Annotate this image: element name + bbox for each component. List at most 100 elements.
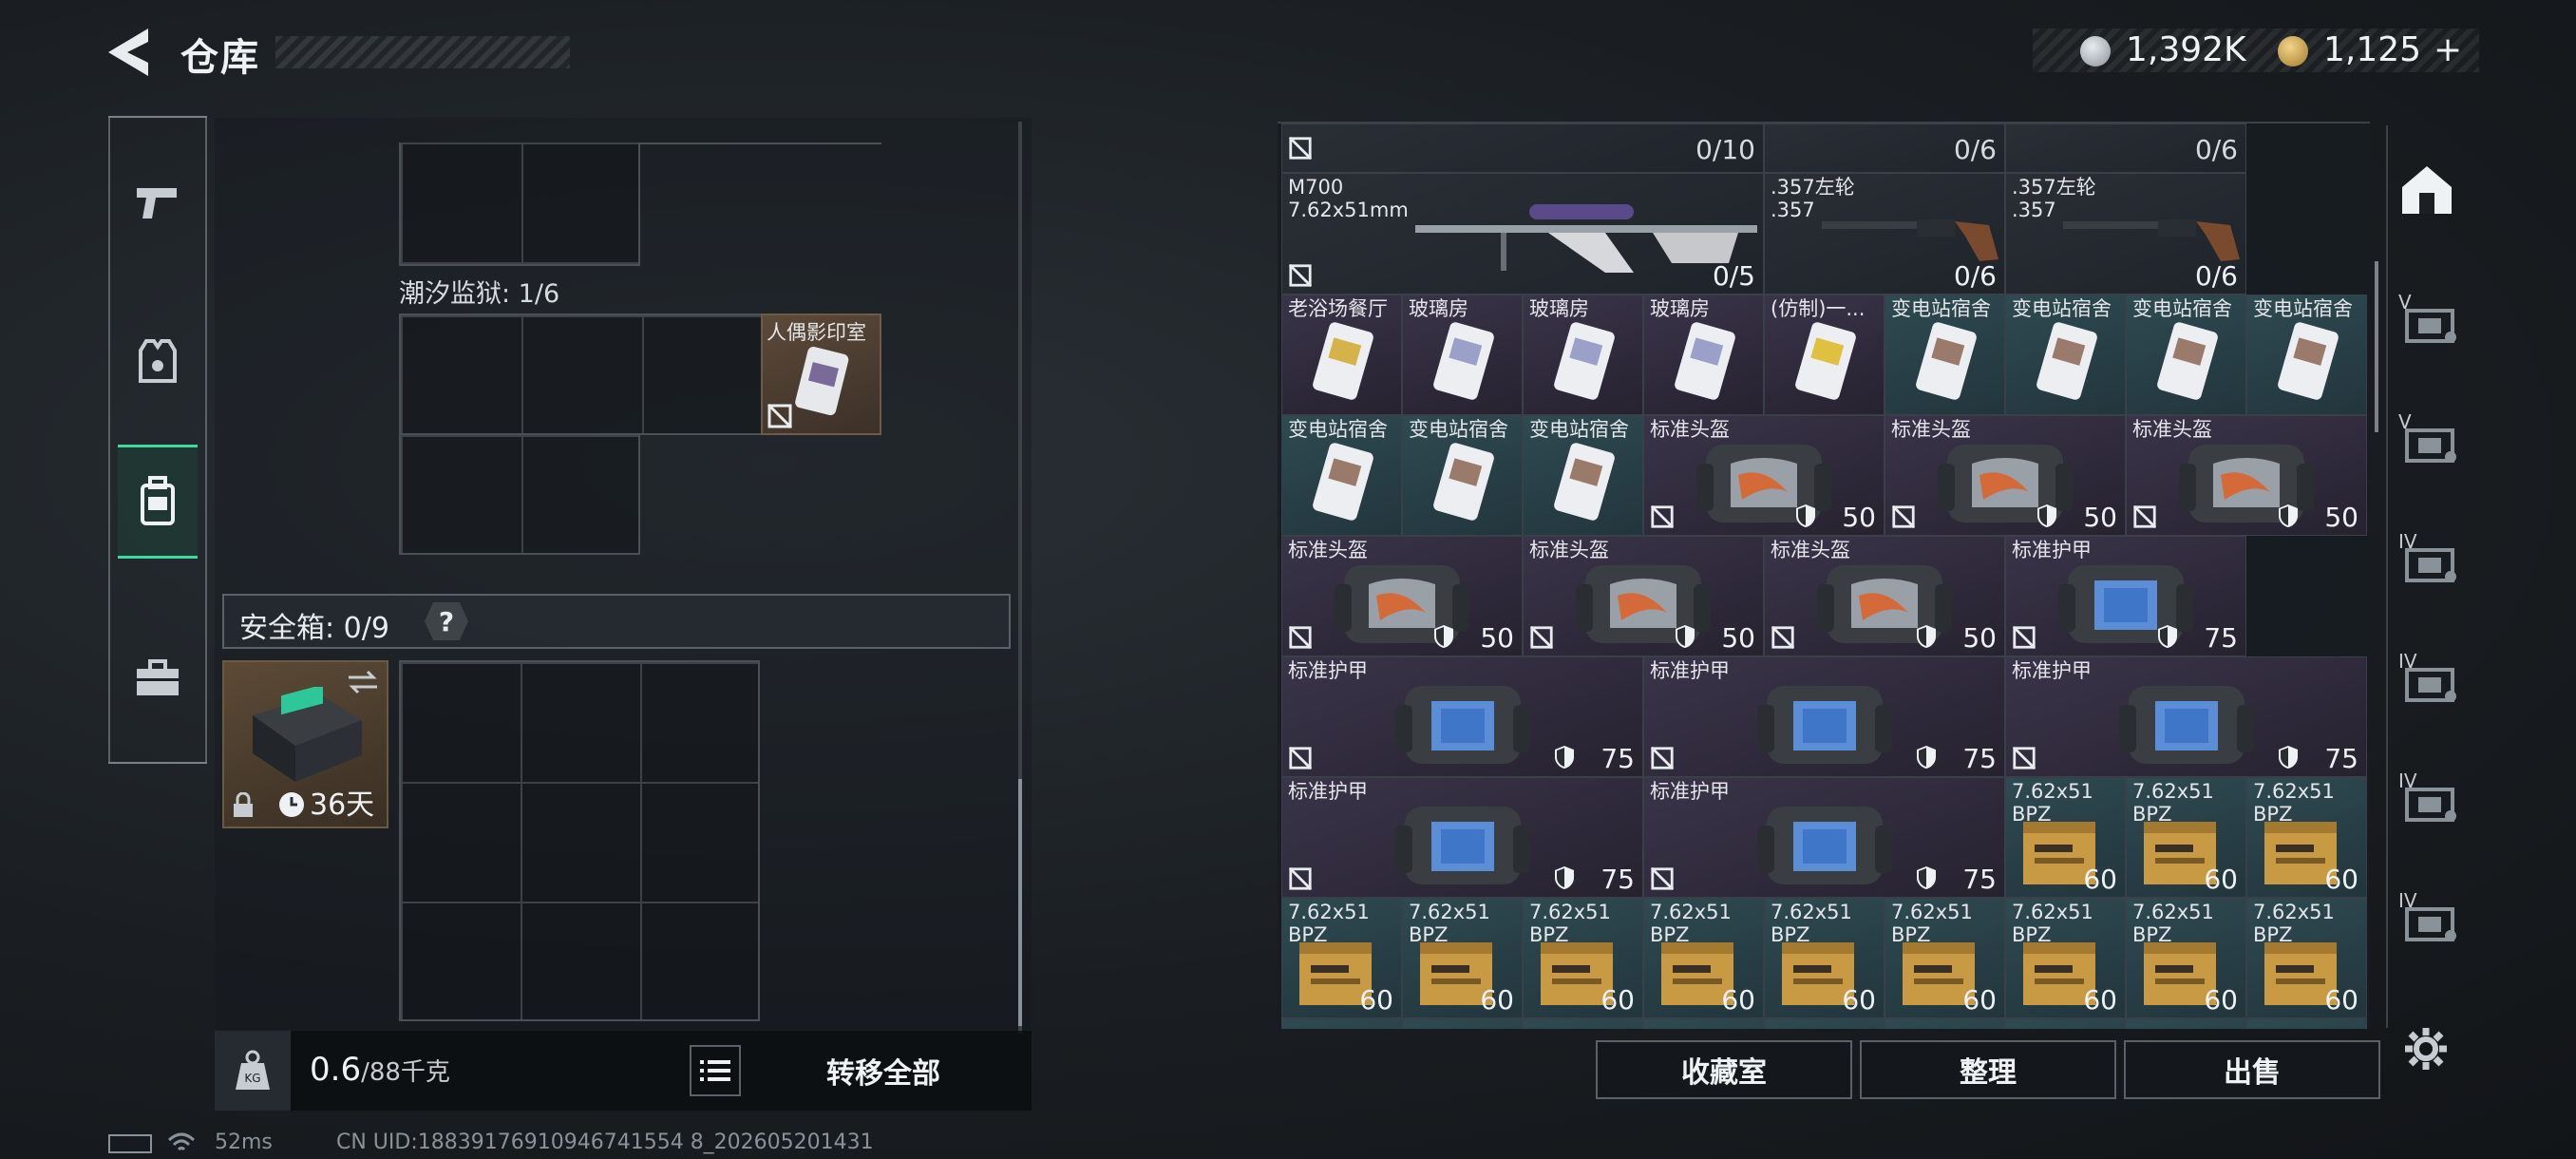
ammo-item[interactable]: 7.62x51 BPZ 60	[1523, 898, 1643, 1018]
armor-item[interactable]: 标准护甲 75	[1281, 777, 1643, 898]
key-card-item[interactable]: 人偶影印室	[761, 314, 881, 435]
back-arrow-icon[interactable]	[106, 27, 154, 78]
weapon-m700[interactable]: M700 7.62x51mm 0/5	[1281, 173, 1764, 294]
keycard-icon	[1554, 322, 1615, 400]
armor-item[interactable]: 标准护甲 75	[2005, 656, 2367, 777]
stash-item[interactable]: 0/10	[1281, 124, 1764, 173]
item-name: 标准护甲	[2012, 659, 2092, 682]
tab-tier: IV	[2398, 770, 2417, 792]
ammo-item[interactable]: 7.62x51 BPZ 60	[2126, 777, 2246, 898]
ammo-item[interactable]	[2246, 1018, 2367, 1029]
stash-tab[interactable]: V	[2389, 388, 2465, 483]
ammo-item[interactable]: 7.62x51 BPZ 60	[2005, 777, 2126, 898]
tab-tier: V	[2398, 291, 2412, 314]
helmet-item[interactable]: 标准头盔 50	[1281, 536, 1523, 656]
ammo-item[interactable]	[1402, 1018, 1523, 1029]
ammo-item[interactable]: 7.62x51 BPZ 60	[2126, 898, 2246, 1018]
ammo-name: 7.62x51	[1529, 901, 1611, 923]
ammo-item[interactable]	[1523, 1018, 1643, 1029]
container-timer: 36天	[310, 788, 375, 822]
keycard-item[interactable]: 老浴场餐厅	[1281, 294, 1402, 415]
ammo-item[interactable]: 7.62x51 BPZ 60	[1402, 898, 1523, 1018]
weapon-revolver[interactable]: .357左轮 .357 0/6	[1764, 173, 2005, 294]
ammo-name: 7.62x51	[1409, 901, 1490, 923]
ammo-item[interactable]: 7.62x51 BPZ 60	[1764, 898, 1885, 1018]
nav-case[interactable]	[118, 621, 198, 735]
keycard-icon	[2036, 322, 2097, 400]
help-button[interactable]: ?	[425, 602, 468, 640]
list-view-button[interactable]	[690, 1045, 741, 1096]
armor-item[interactable]: 标准护甲 75	[1281, 656, 1643, 777]
ammo-item[interactable]	[2005, 1018, 2126, 1029]
container-grid-top[interactable]	[399, 142, 640, 266]
stash-tab[interactable]: V	[2389, 268, 2465, 363]
settings-gear-icon[interactable]	[2403, 1026, 2449, 1072]
ammo-item[interactable]	[1281, 1018, 1402, 1029]
ammo-item[interactable]: 7.62x51 BPZ 60	[2246, 898, 2367, 1018]
stash-scrollbar[interactable]	[2375, 261, 2378, 432]
sort-button[interactable]: 整理	[1860, 1040, 2116, 1099]
ammo-quantity: 60	[2324, 984, 2358, 1016]
armor-icon	[1756, 807, 1892, 884]
ammo-item[interactable]	[1643, 1018, 1764, 1029]
stash-item[interactable]: 0/6	[1764, 124, 2005, 173]
no-insure-icon	[1650, 746, 1675, 770]
nav-gear[interactable]	[118, 304, 198, 418]
nav-weapons[interactable]	[118, 144, 198, 258]
helmet-item[interactable]: 标准头盔 50	[1523, 536, 1764, 656]
armor-icon	[1394, 807, 1530, 884]
gold-add-button[interactable]: +	[2434, 30, 2462, 69]
container-grid-row2[interactable]	[399, 433, 640, 555]
clock-icon	[279, 792, 304, 817]
ammo-item[interactable]	[1764, 1018, 1885, 1029]
helmet-item[interactable]: 标准头盔 50	[2126, 415, 2367, 536]
stash-item[interactable]: 0/6	[2005, 124, 2246, 173]
secure-container[interactable]: 36天	[222, 660, 388, 828]
stash-tab[interactable]: IV	[2389, 627, 2465, 722]
keycard-item[interactable]: 玻璃房	[1523, 294, 1643, 415]
ammo-count: 0/5	[1712, 260, 1755, 292]
nav-backpack[interactable]	[118, 445, 198, 559]
ammo-item[interactable]: 7.62x51 BPZ 60	[2246, 777, 2367, 898]
swap-icon[interactable]	[347, 670, 379, 694]
durability-value: 75	[1962, 743, 1997, 774]
armor-item[interactable]: 标准护甲 75	[2005, 536, 2246, 656]
keycard-item[interactable]: 变电站宿舍	[2005, 294, 2126, 415]
no-insure-icon	[1891, 504, 1916, 529]
stash-tab[interactable]: IV	[2389, 507, 2465, 602]
stash-tab-home[interactable]	[2389, 142, 2465, 238]
keycard-item[interactable]: 变电站宿舍	[2126, 294, 2246, 415]
ammo-item[interactable]: 7.62x51 BPZ 60	[1643, 898, 1764, 1018]
durability-value: 50	[1962, 622, 1997, 654]
ammo-item[interactable]	[1885, 1018, 2005, 1029]
safe-box-grid[interactable]	[399, 660, 760, 1021]
keycard-item[interactable]: 变电站宿舍	[1523, 415, 1643, 536]
transfer-all-button[interactable]: 转移全部	[779, 1037, 988, 1104]
ammo-quantity: 60	[2083, 864, 2117, 895]
ammo-item[interactable]: 7.62x51 BPZ 60	[1281, 898, 1402, 1018]
helmet-item[interactable]: 标准头盔 50	[1885, 415, 2126, 536]
stash-tab[interactable]: IV	[2389, 747, 2465, 842]
helmet-item[interactable]: 标准头盔 50	[1764, 536, 2005, 656]
ammo-item[interactable]: 7.62x51 BPZ 60	[1885, 898, 2005, 1018]
helmet-item[interactable]: 标准头盔 50	[1643, 415, 1885, 536]
ammo-item[interactable]: 7.62x51 BPZ 60	[2005, 898, 2126, 1018]
keycard-item[interactable]: 变电站宿舍	[2246, 294, 2367, 415]
keycard-item[interactable]: 玻璃房	[1402, 294, 1523, 415]
ammo-item[interactable]	[2126, 1018, 2246, 1029]
ammo-quantity: 60	[2204, 984, 2238, 1016]
keycard-item[interactable]: 变电站宿舍	[1885, 294, 2005, 415]
armor-item[interactable]: 标准护甲 75	[1643, 777, 2005, 898]
stash-tab[interactable]: IV	[2389, 866, 2465, 961]
shield-icon	[2279, 504, 2298, 527]
ammo-quantity: 60	[1842, 984, 1876, 1016]
keycard-item[interactable]: 变电站宿舍	[1281, 415, 1402, 536]
keycard-item[interactable]: (仿制)一...	[1764, 294, 1885, 415]
keycard-item[interactable]: 玻璃房	[1643, 294, 1764, 415]
keycard-item[interactable]: 变电站宿舍	[1402, 415, 1523, 536]
armor-item[interactable]: 标准护甲 75	[1643, 656, 2005, 777]
collection-button[interactable]: 收藏室	[1596, 1040, 1852, 1099]
weapon-revolver[interactable]: .357左轮 .357 0/6	[2005, 173, 2246, 294]
sell-button[interactable]: 出售	[2124, 1040, 2380, 1099]
left-scrollbar[interactable]	[1018, 779, 1022, 1026]
